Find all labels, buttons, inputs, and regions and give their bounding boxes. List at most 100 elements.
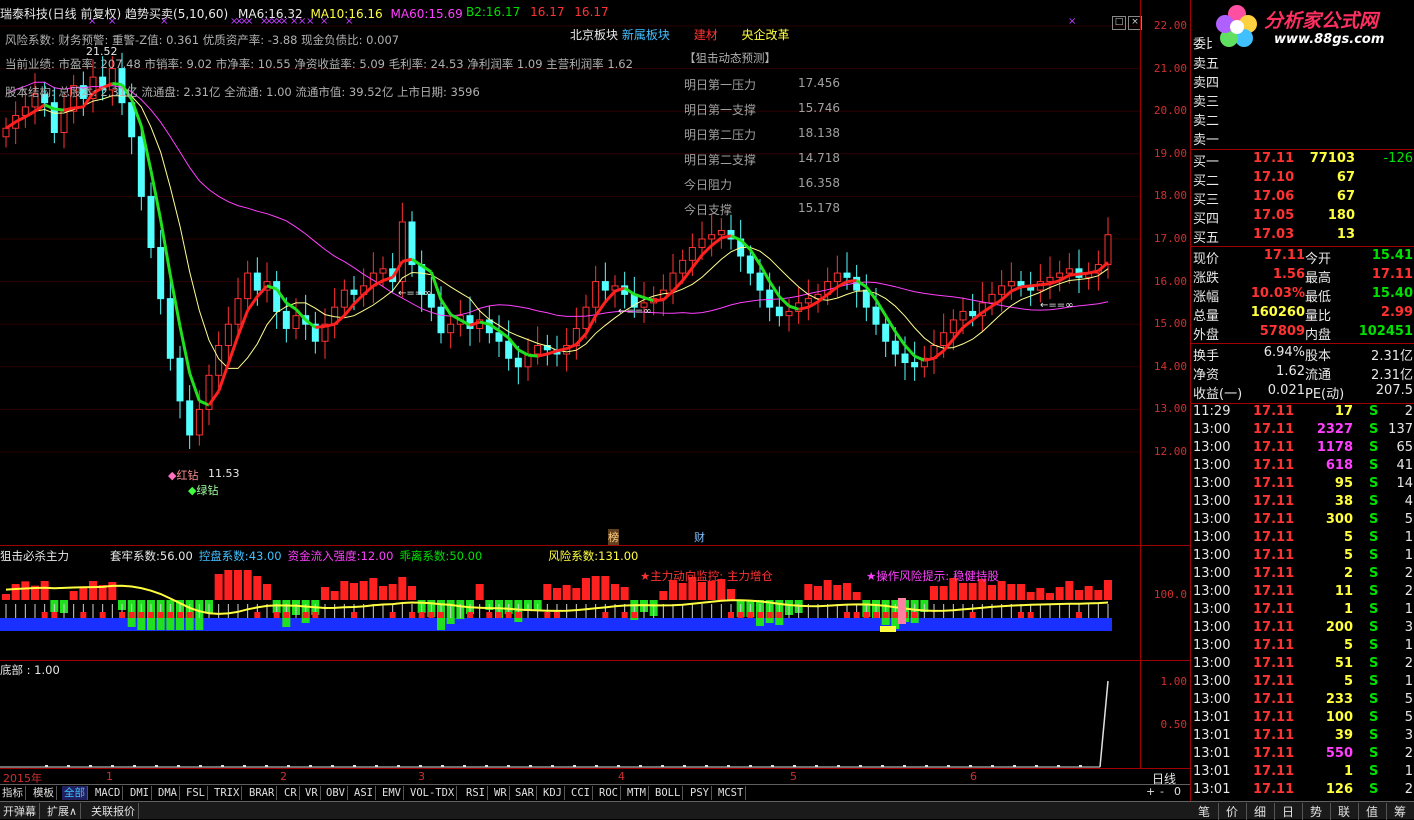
candle-body[interactable] bbox=[756, 272, 764, 291]
candle-body[interactable] bbox=[447, 323, 455, 334]
candle-body[interactable] bbox=[1104, 234, 1112, 266]
quote-tab[interactable]: 价 bbox=[1218, 803, 1247, 820]
indicator-tab[interactable]: PSY bbox=[688, 786, 712, 800]
candle-body[interactable] bbox=[1065, 268, 1073, 274]
candle-body[interactable] bbox=[853, 276, 861, 291]
indicator-tab[interactable]: TRIX bbox=[212, 786, 243, 800]
indicator-tab[interactable]: VR bbox=[303, 786, 321, 800]
candle-body[interactable] bbox=[437, 306, 445, 334]
candle-body[interactable] bbox=[166, 298, 174, 359]
candle-body[interactable] bbox=[1046, 276, 1054, 283]
quote-tab[interactable]: 联 bbox=[1330, 803, 1359, 820]
indicator-tab[interactable]: MCST bbox=[716, 786, 747, 800]
candle-body[interactable] bbox=[195, 408, 203, 436]
candle-body[interactable] bbox=[717, 229, 725, 236]
candle-body[interactable] bbox=[959, 310, 967, 321]
candle-body[interactable] bbox=[592, 281, 600, 308]
restore-icon[interactable]: □ bbox=[1112, 16, 1126, 30]
quote-tab[interactable]: 值 bbox=[1358, 803, 1387, 820]
candle-body[interactable] bbox=[679, 259, 687, 274]
quote-tab[interactable]: 筹 bbox=[1386, 803, 1414, 820]
indicator-tab[interactable]: EMV bbox=[380, 786, 404, 800]
candle-body[interactable] bbox=[176, 357, 184, 402]
candle-body[interactable] bbox=[949, 319, 957, 334]
candle-body[interactable] bbox=[147, 195, 155, 249]
candle-body[interactable] bbox=[708, 234, 716, 240]
reset-zoom-icon[interactable]: 0 bbox=[1174, 785, 1181, 798]
indicator-tab[interactable]: VOL-TDX bbox=[408, 786, 458, 800]
candle-body[interactable] bbox=[698, 238, 706, 249]
indicator-tab[interactable]: KDJ bbox=[541, 786, 565, 800]
cai-marker[interactable]: 财 bbox=[694, 529, 705, 545]
main-kline-panel[interactable]: × × × × × × × × × × × × × × × × × × 瑞泰科技(日线 前复权) 趋势买卖(5,1… bbox=[0, 0, 1142, 545]
candle-body[interactable] bbox=[872, 306, 880, 325]
indicator-tab[interactable]: DMA bbox=[156, 786, 180, 800]
candle-body[interactable] bbox=[234, 298, 242, 325]
indicator-tab[interactable]: 全部 bbox=[62, 786, 88, 800]
candle-body[interactable] bbox=[292, 315, 300, 329]
candle-body[interactable] bbox=[514, 357, 522, 368]
candle-body[interactable] bbox=[282, 310, 290, 329]
candle-body[interactable] bbox=[582, 306, 590, 329]
candle-body[interactable] bbox=[379, 268, 387, 274]
indicator-panel-sniper[interactable]: 狙击必杀主力 套牢系数:56.00 控盘系数:43.00 资金流入强度:12.00 乖… bbox=[0, 545, 1140, 661]
bottom-indicator-chart[interactable] bbox=[0, 661, 1140, 769]
candle-body[interactable] bbox=[688, 247, 696, 261]
sector-new[interactable]: 新属板块 bbox=[622, 28, 670, 42]
candle-body[interactable] bbox=[350, 289, 358, 295]
candle-body[interactable] bbox=[224, 323, 232, 347]
candle-body[interactable] bbox=[273, 281, 281, 312]
indicator-tab[interactable]: DMI bbox=[128, 786, 152, 800]
indicator-tab[interactable]: ROC bbox=[597, 786, 621, 800]
quote-tab[interactable]: 笔 bbox=[1190, 803, 1219, 820]
indicator-tab[interactable]: 模板 bbox=[31, 786, 57, 800]
indicator-tab[interactable]: CR bbox=[282, 786, 300, 800]
candle-body[interactable] bbox=[775, 306, 783, 317]
candle-body[interactable] bbox=[988, 293, 996, 304]
candle-body[interactable] bbox=[1007, 281, 1015, 287]
candle-body[interactable] bbox=[244, 272, 252, 300]
quote-tab[interactable]: 细 bbox=[1246, 803, 1275, 820]
indicator-tab[interactable]: RSI bbox=[464, 786, 488, 800]
bottom-button[interactable]: 关联报价 bbox=[88, 803, 139, 819]
candle-body[interactable] bbox=[186, 400, 194, 436]
candle-body[interactable] bbox=[60, 110, 68, 133]
indicator-tab[interactable]: MTM bbox=[625, 786, 649, 800]
candle-body[interactable] bbox=[843, 272, 851, 278]
indicator-tab[interactable]: SAR bbox=[513, 786, 537, 800]
indicator-tab[interactable]: OBV bbox=[324, 786, 348, 800]
candle-body[interactable] bbox=[1056, 272, 1064, 278]
candle-body[interactable] bbox=[766, 289, 774, 308]
indicator-tab[interactable]: MACD bbox=[93, 786, 124, 800]
candle-body[interactable] bbox=[833, 272, 841, 283]
candle-body[interactable] bbox=[534, 345, 542, 355]
candle-body[interactable] bbox=[601, 281, 609, 291]
candle-body[interactable] bbox=[882, 323, 890, 342]
quote-tab[interactable]: 日 bbox=[1274, 803, 1303, 820]
indicator-tab[interactable]: ASI bbox=[352, 786, 376, 800]
indicator-tab[interactable]: 指标 bbox=[0, 786, 26, 800]
candle-body[interactable] bbox=[862, 289, 870, 308]
sector-building[interactable]: 建材 bbox=[694, 28, 718, 42]
kline-chart[interactable]: × × × ×××× ××××× × × × × × × bbox=[0, 0, 1140, 545]
candle-body[interactable] bbox=[398, 221, 406, 283]
indicator-tab[interactable]: BRAR bbox=[247, 786, 278, 800]
candle-body[interactable] bbox=[911, 362, 919, 368]
candle-body[interactable] bbox=[998, 285, 1006, 295]
candle-body[interactable] bbox=[969, 310, 977, 317]
candle-body[interactable] bbox=[505, 340, 513, 359]
candle-body[interactable] bbox=[253, 272, 261, 291]
indicator-panel-bottom[interactable]: 底部 : 1.00 bbox=[0, 660, 1140, 769]
bottom-button[interactable]: 扩展∧ bbox=[44, 803, 82, 819]
candle-body[interactable] bbox=[466, 315, 474, 329]
candle-body[interactable] bbox=[157, 247, 165, 300]
indicator-tab[interactable]: WR bbox=[492, 786, 510, 800]
candle-body[interactable] bbox=[891, 340, 899, 355]
sector-beijing[interactable]: 北京板块 bbox=[570, 28, 618, 42]
candle-body[interactable] bbox=[2, 127, 10, 138]
candle-body[interactable] bbox=[940, 332, 948, 347]
indicator-tab[interactable]: FSL bbox=[184, 786, 208, 800]
candle-body[interactable] bbox=[804, 298, 812, 304]
indicator-tab[interactable]: CCI bbox=[569, 786, 593, 800]
candle-body[interactable] bbox=[785, 310, 793, 317]
